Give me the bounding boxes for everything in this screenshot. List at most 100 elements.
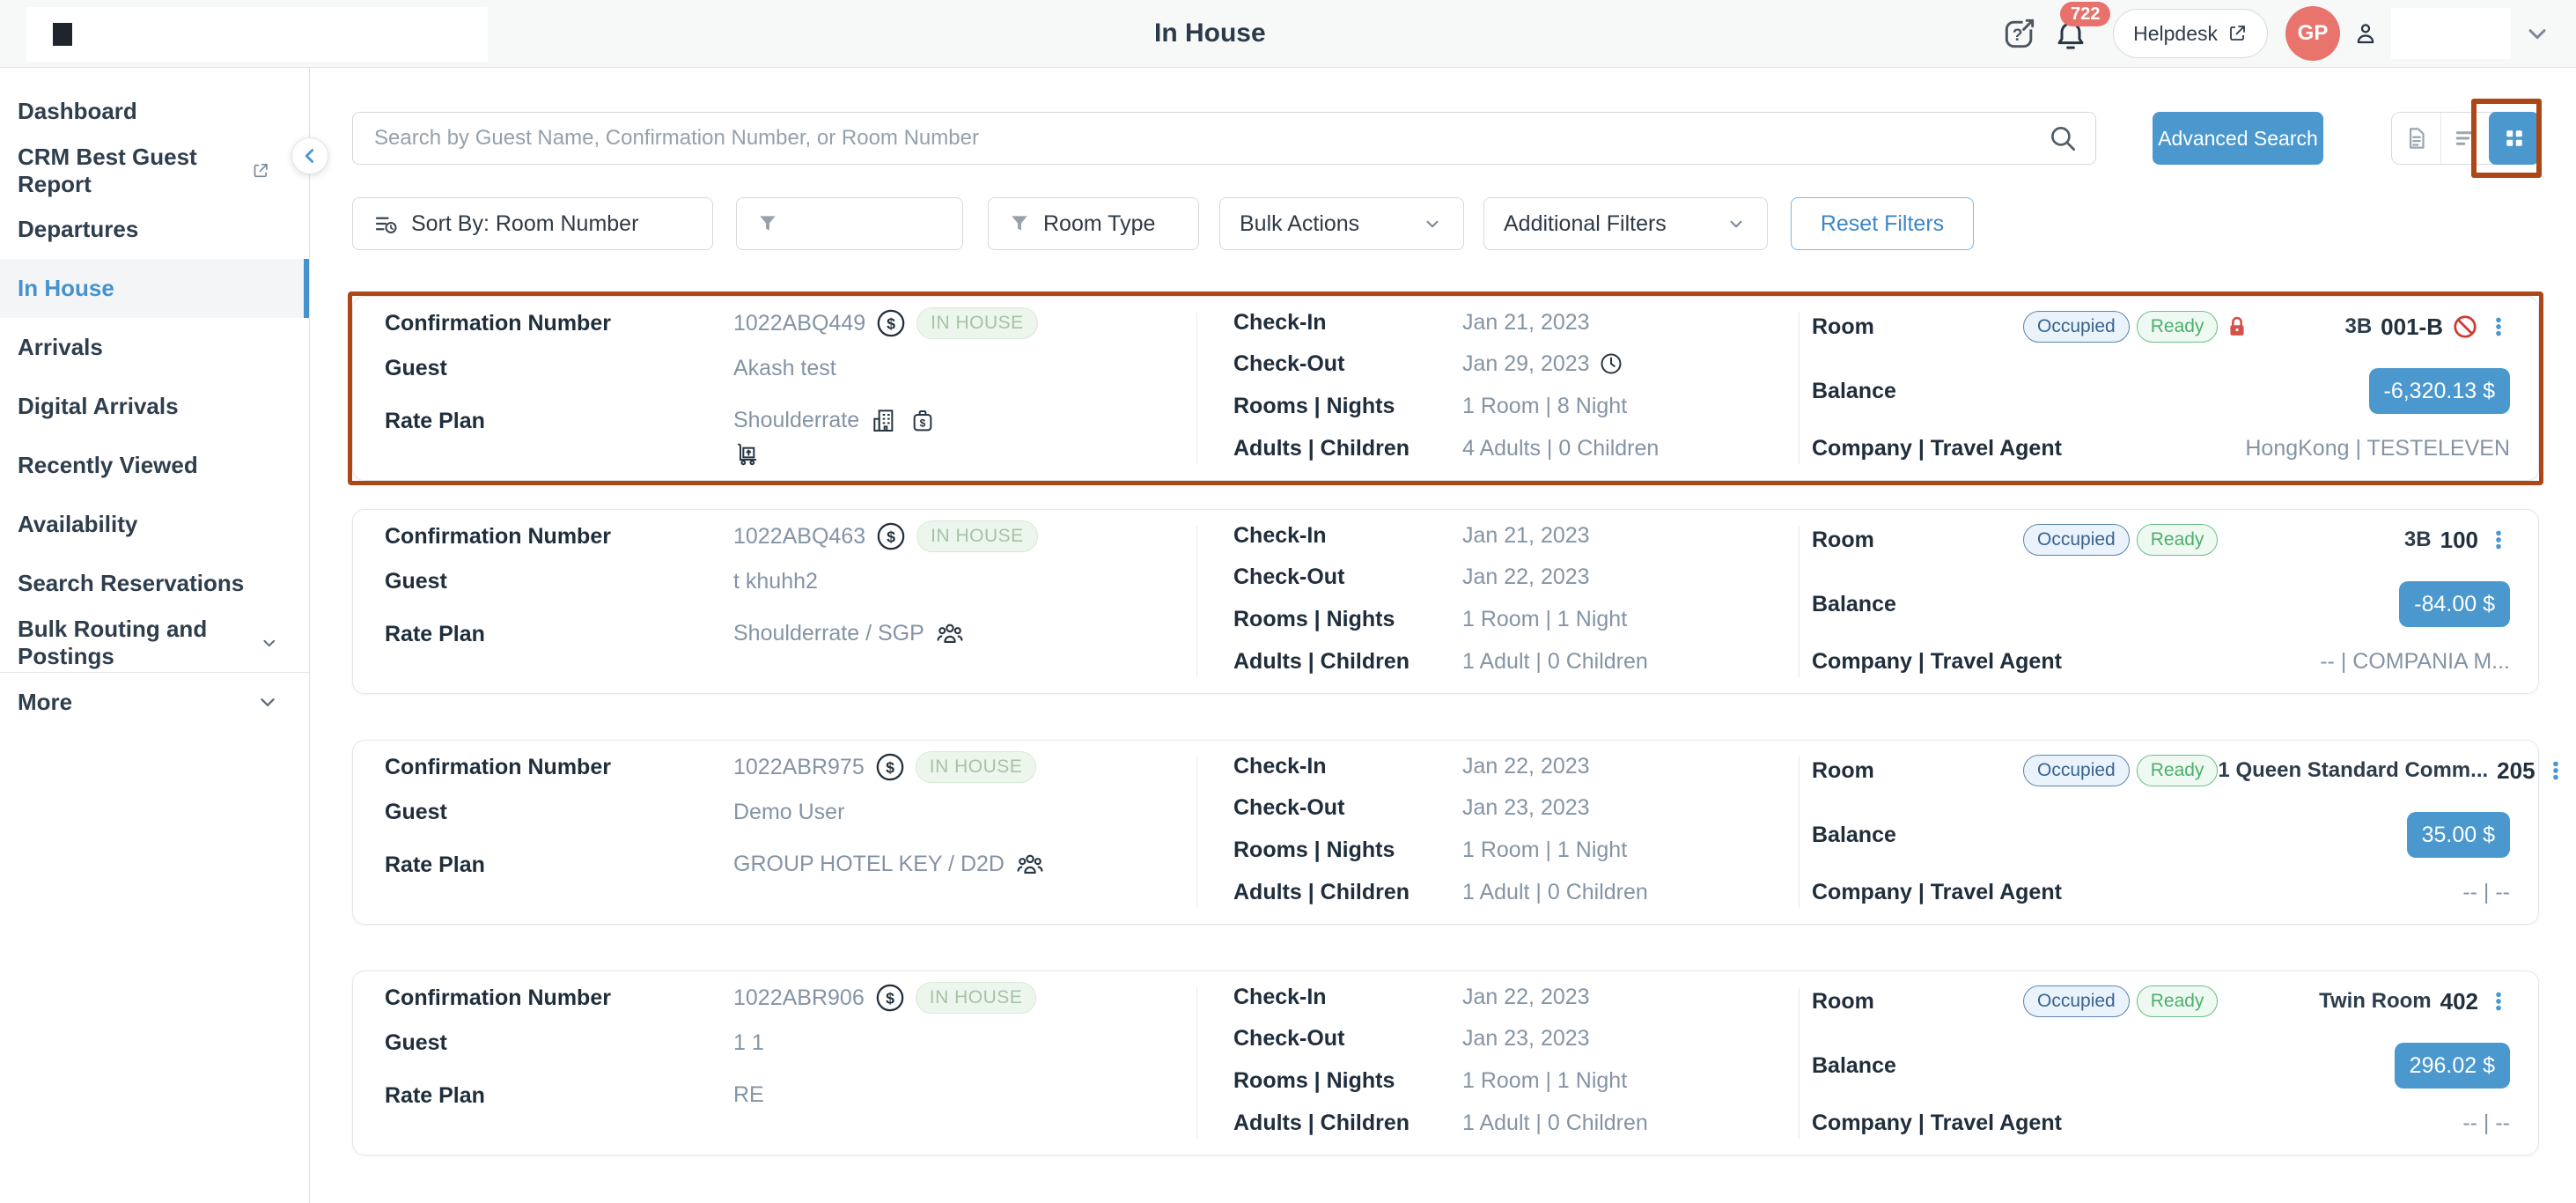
sidebar-item[interactable]: Arrivals: [0, 318, 309, 377]
sidebar-item[interactable]: More: [0, 672, 309, 731]
user-icon: [2352, 18, 2379, 48]
check-out-label: Check-Out: [1233, 351, 1462, 377]
dollar-circle-icon[interactable]: $: [876, 308, 906, 338]
chevron-down-icon[interactable]: [2523, 19, 2551, 48]
company-travel-agent-label: Company | Travel Agent: [1812, 880, 2062, 905]
sidebar-item-label: Search Reservations: [18, 570, 244, 597]
notifications-bell[interactable]: 722: [2051, 12, 2090, 55]
sidebar-item-label: Digital Arrivals: [18, 393, 179, 420]
check-out-label: Check-Out: [1233, 565, 1462, 590]
chevron-down-icon: [1421, 212, 1444, 235]
room-type-name: 3B: [2404, 528, 2432, 552]
room-type-dropdown[interactable]: Room Type: [988, 197, 1199, 250]
sidebar-item[interactable]: Digital Arrivals: [0, 377, 309, 436]
column-divider: [1196, 987, 1197, 1139]
chevron-left-icon: [298, 144, 321, 167]
sort-by-dropdown[interactable]: Sort By: Room Number: [352, 197, 713, 250]
check-in-date: Jan 22, 2023: [1462, 985, 1590, 1010]
status-badge-ready: Ready: [2137, 524, 2219, 555]
reset-filters-button[interactable]: Reset Filters: [1791, 197, 1974, 250]
adults-children-value: 4 Adults | 0 Children: [1462, 436, 1659, 461]
room-label: Room: [1812, 989, 2023, 1015]
guest-label: Guest: [385, 800, 733, 825]
confirmation-number-value[interactable]: 1022ABQ463: [733, 524, 865, 550]
confirmation-number-value[interactable]: 1022ABR975: [733, 755, 865, 780]
status-badge-occupied: Occupied: [2023, 755, 2130, 786]
check-in-date: Jan 22, 2023: [1462, 754, 1590, 779]
reservation-card[interactable]: Confirmation Number 1022ABQ463 $ IN HOUS…: [352, 509, 2539, 694]
adults-children-label: Adults | Children: [1233, 649, 1462, 675]
external-link-icon: [251, 160, 270, 181]
room-number[interactable]: 100: [2440, 527, 2478, 554]
guest-name[interactable]: 1 1: [733, 1030, 764, 1056]
dollar-circle-icon[interactable]: $: [875, 752, 905, 782]
guest-name[interactable]: Akash test: [733, 356, 836, 381]
dollar-circle-icon[interactable]: $: [876, 521, 906, 551]
search-icon[interactable]: [2030, 123, 2095, 153]
sidebar-item-label: Arrivals: [18, 334, 103, 361]
guest-label: Guest: [385, 356, 733, 381]
column-divider: [1196, 756, 1197, 908]
sidebar-item[interactable]: Availability: [0, 495, 309, 554]
dollar-circle-icon[interactable]: $: [875, 983, 905, 1013]
helpdesk-button[interactable]: Helpdesk: [2113, 9, 2268, 58]
balance-amount[interactable]: 296.02 $: [2395, 1043, 2510, 1089]
room-number[interactable]: 205: [2497, 757, 2535, 785]
guest-name[interactable]: t khuhh2: [733, 569, 818, 594]
guest-name[interactable]: Demo User: [733, 800, 844, 825]
sidebar-item[interactable]: Recently Viewed: [0, 436, 309, 495]
room-number[interactable]: 001-B: [2381, 314, 2443, 341]
kebab-menu-icon[interactable]: [2487, 527, 2510, 553]
list-view-icon[interactable]: [2440, 113, 2489, 164]
kebab-menu-icon[interactable]: [2487, 314, 2510, 340]
sidebar-item-label: Availability: [18, 511, 137, 538]
room-label: Room: [1812, 528, 2023, 553]
document-view-icon[interactable]: [2392, 113, 2440, 164]
search-input[interactable]: [353, 113, 2030, 164]
room-type-name: 1 Queen Standard Comm...: [2218, 758, 2488, 783]
status-badge-ready: Ready: [2137, 755, 2219, 786]
confirmation-number-value[interactable]: 1022ABR906: [733, 985, 865, 1011]
rooms-nights-label: Rooms | Nights: [1233, 838, 1462, 863]
additional-filters-dropdown[interactable]: Additional Filters: [1483, 197, 1768, 250]
balance-amount[interactable]: 35.00 $: [2407, 812, 2510, 858]
status-badge-ready: Ready: [2137, 985, 2219, 1016]
avatar[interactable]: GP: [2285, 6, 2340, 61]
advanced-search-button[interactable]: Advanced Search: [2153, 112, 2323, 165]
svg-text:?: ?: [2013, 26, 2023, 45]
reservation-card[interactable]: Confirmation Number 1022ABR906 $ IN HOUS…: [352, 971, 2539, 1155]
search-bar: [352, 112, 2096, 165]
kebab-menu-icon[interactable]: [2544, 757, 2567, 784]
briefcase-dollar-icon: $: [909, 406, 937, 434]
sidebar-item[interactable]: CRM Best Guest Report: [0, 141, 309, 200]
column-divider: [1799, 526, 1800, 677]
reservation-card[interactable]: Confirmation Number 1022ABQ449 $ IN HOUS…: [352, 296, 2539, 481]
sidebar-item[interactable]: In House: [0, 259, 309, 318]
sidebar-item[interactable]: Bulk Routing and Postings: [0, 613, 309, 672]
rooms-nights-label: Rooms | Nights: [1233, 1068, 1462, 1094]
logo-placeholder: [26, 7, 488, 62]
kebab-menu-icon[interactable]: [2487, 988, 2510, 1015]
status-badge-in-house: IN HOUSE: [916, 520, 1038, 551]
header-actions: ? 722 Helpdesk GP: [2000, 0, 2551, 67]
sidebar-item[interactable]: Departures: [0, 200, 309, 259]
svg-text:$: $: [887, 528, 895, 545]
filter-dropdown[interactable]: [736, 197, 963, 250]
company-building-icon: [870, 406, 898, 434]
grid-view-icon[interactable]: [2489, 112, 2539, 165]
room-number[interactable]: 402: [2440, 988, 2478, 1015]
balance-label: Balance: [1812, 379, 1896, 404]
sidebar-item[interactable]: Search Reservations: [0, 554, 309, 613]
sidebar-item-label: Recently Viewed: [18, 452, 198, 479]
balance-amount[interactable]: -6,320.13 $: [2369, 368, 2511, 414]
rooms-nights-value: 1 Room | 1 Night: [1462, 1068, 1627, 1094]
balance-amount[interactable]: -84.00 $: [2399, 581, 2510, 627]
sidebar-collapse-button[interactable]: [291, 137, 328, 174]
bulk-actions-dropdown[interactable]: Bulk Actions: [1219, 197, 1464, 250]
confirmation-number-value[interactable]: 1022ABQ449: [733, 311, 865, 336]
help-icon[interactable]: ?: [2000, 14, 2039, 53]
sidebar-item[interactable]: Dashboard: [0, 82, 309, 141]
column-divider: [1799, 756, 1800, 908]
reservation-card[interactable]: Confirmation Number 1022ABR975 $ IN HOUS…: [352, 740, 2539, 925]
sidebar-item-label: In House: [18, 275, 114, 302]
